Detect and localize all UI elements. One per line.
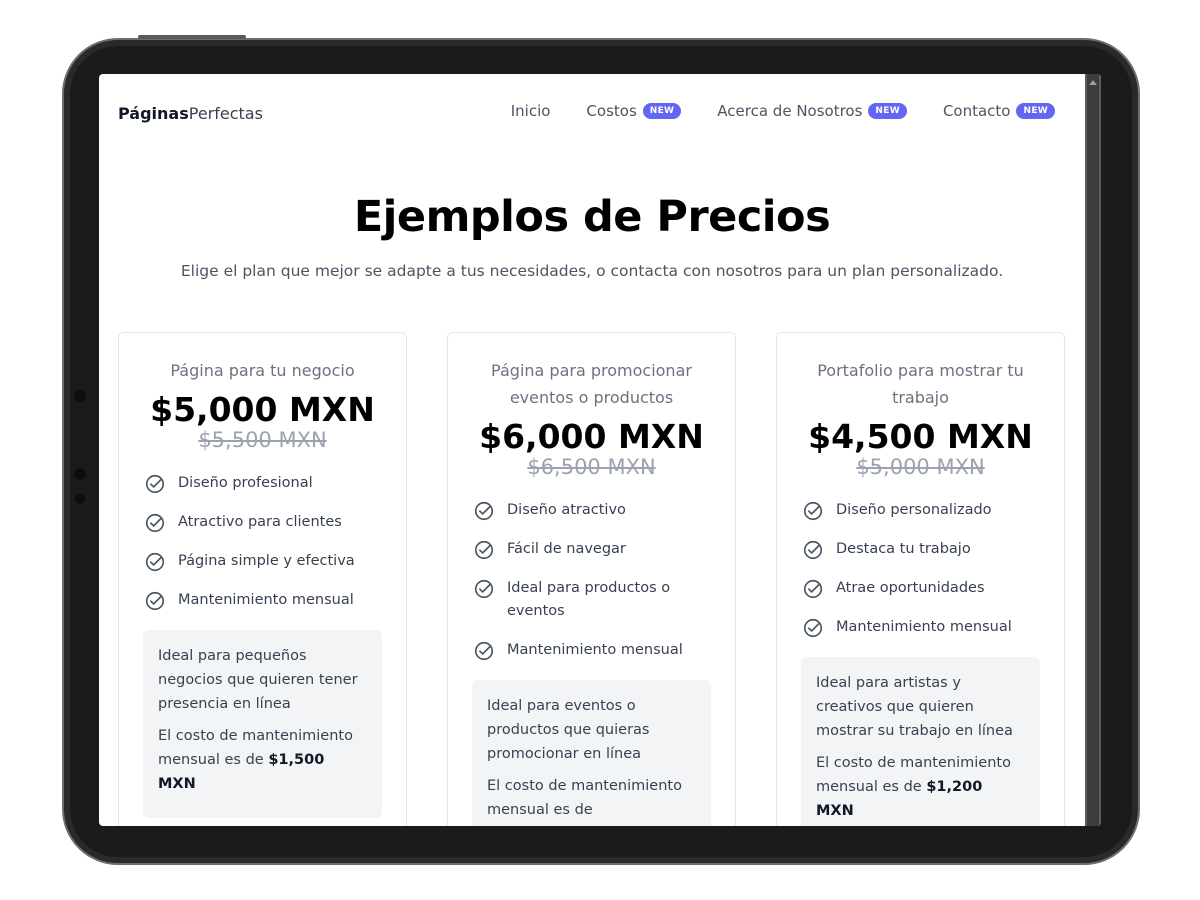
camera-dot [74, 390, 86, 402]
plan-card-eventos: Página para promocionar eventos o produc… [447, 332, 736, 826]
feature-item: Atrae oportunidades [802, 577, 1039, 600]
feature-item: Mantenimiento mensual [144, 589, 381, 612]
page-title: Ejemplos de Precios [353, 192, 831, 242]
feature-item: Mantenimiento mensual [473, 639, 710, 662]
check-circle-icon [145, 552, 165, 572]
maintenance-text: El costo de mantenimiento mensual es de … [816, 751, 1025, 823]
feature-label: Fácil de navegar [507, 541, 626, 557]
plan-price: $5,000 MXN [150, 390, 375, 429]
plan-note: Ideal para pequeños negocios que quieren… [143, 630, 382, 818]
feature-item: Destaca tu trabajo [802, 538, 1039, 561]
feature-item: Atractivo para clientes [144, 511, 381, 534]
check-circle-icon [145, 591, 165, 611]
feature-item: Página simple y efectiva [144, 550, 381, 573]
feature-label: Destaca tu trabajo [836, 541, 971, 557]
check-circle-icon [145, 474, 165, 494]
plan-card-portafolio: Portafolio para mostrar tu trabajo $4,50… [776, 332, 1065, 826]
plan-card-negocio: Página para tu negocio $5,000 MXN $5,500… [118, 332, 407, 826]
check-circle-icon [474, 540, 494, 560]
check-circle-icon [803, 540, 823, 560]
maintenance-text: El costo de mantenimiento mensual es de … [158, 724, 367, 796]
feature-label: Mantenimiento mensual [507, 642, 683, 658]
page-content: PáginasPerfectas Inicio Costos NEW Acerca… [99, 74, 1085, 826]
feature-label: Mantenimiento mensual [178, 592, 354, 608]
nav-label: Acerca de Nosotros [717, 102, 863, 120]
nav-item-costos[interactable]: Costos NEW [586, 102, 682, 120]
plan-note: Ideal para artistas y creativos que quie… [801, 657, 1040, 826]
navbar: PáginasPerfectas Inicio Costos NEW Acerca… [99, 74, 1085, 154]
plan-name: Portafolio para mostrar tu trabajo [817, 361, 1024, 407]
new-badge: NEW [868, 103, 907, 119]
new-badge: NEW [1016, 103, 1055, 119]
maintenance-text: El costo de mantenimiento mensual es de [487, 774, 696, 822]
feature-list: Diseño profesional Atractivo para client… [119, 472, 406, 612]
nav-item-acerca[interactable]: Acerca de Nosotros NEW [717, 102, 907, 120]
nav-label: Costos [586, 102, 637, 120]
check-circle-icon [803, 579, 823, 599]
feature-list: Diseño atractivo Fácil de navegar Ideal … [448, 499, 735, 662]
sensor-dot [75, 494, 85, 504]
brand-bold: Páginas [118, 104, 189, 123]
note-text: Ideal para artistas y creativos que quie… [816, 675, 1013, 739]
new-badge: NEW [642, 103, 682, 119]
feature-item: Ideal para productos o eventos [473, 577, 710, 623]
check-circle-icon [474, 501, 494, 521]
plan-old-price: $5,000 MXN [856, 455, 985, 479]
feature-label: Diseño atractivo [507, 502, 626, 518]
brand-rest: Perfectas [188, 104, 263, 123]
power-button [138, 35, 246, 39]
maintenance-prefix: El costo de mantenimiento mensual es de [487, 778, 682, 818]
nav-label: Inicio [510, 102, 551, 120]
nav-item-inicio[interactable]: Inicio [511, 102, 551, 120]
check-circle-icon [474, 641, 494, 661]
feature-label: Diseño profesional [178, 475, 313, 491]
sensor-dot [74, 468, 86, 480]
feature-label: Mantenimiento mensual [836, 619, 1012, 635]
feature-item: Diseño profesional [144, 472, 381, 495]
feature-item: Fácil de navegar [473, 538, 710, 561]
feature-item: Mantenimiento mensual [802, 616, 1039, 639]
plan-price: $4,500 MXN [808, 417, 1033, 456]
nav-item-contacto[interactable]: Contacto NEW [943, 102, 1055, 120]
brand-logo[interactable]: PáginasPerfectas [118, 104, 263, 123]
plan-note: Ideal para eventos o productos que quier… [472, 680, 711, 826]
check-circle-icon [145, 513, 165, 533]
nav-label: Contacto [942, 102, 1011, 120]
browser-viewport: PáginasPerfectas Inicio Costos NEW Acerca… [99, 74, 1101, 826]
feature-label: Ideal para productos o eventos [507, 580, 671, 619]
note-text: Ideal para eventos o productos que quier… [487, 698, 650, 762]
check-circle-icon [803, 501, 823, 521]
page-subtitle: Elige el plan que mejor se adapte a tus … [180, 262, 1004, 280]
scrollbar[interactable] [1085, 74, 1101, 826]
feature-list: Diseño personalizado Destaca tu trabajo … [777, 499, 1064, 639]
note-text: Ideal para pequeños negocios que quieren… [158, 648, 358, 712]
plan-old-price: $5,500 MXN [198, 428, 327, 452]
scrollbar-track[interactable] [1087, 74, 1099, 826]
check-circle-icon [474, 579, 494, 599]
plan-old-price: $6,500 MXN [527, 455, 656, 479]
feature-item: Diseño personalizado [802, 499, 1039, 522]
scroll-up-arrow-icon[interactable] [1089, 80, 1097, 85]
feature-item: Diseño atractivo [473, 499, 710, 522]
plan-name: Página para tu negocio [170, 361, 355, 380]
check-circle-icon [803, 618, 823, 638]
plan-price: $6,000 MXN [479, 417, 704, 456]
feature-label: Atractivo para clientes [178, 514, 342, 530]
feature-label: Página simple y efectiva [178, 553, 355, 569]
plan-name: Página para promocionar eventos o produc… [491, 361, 692, 407]
feature-label: Atrae oportunidades [836, 580, 985, 596]
nav-menu: Inicio Costos NEW Acerca de Nosotros NEW C… [475, 102, 1055, 120]
feature-label: Diseño personalizado [836, 502, 992, 518]
